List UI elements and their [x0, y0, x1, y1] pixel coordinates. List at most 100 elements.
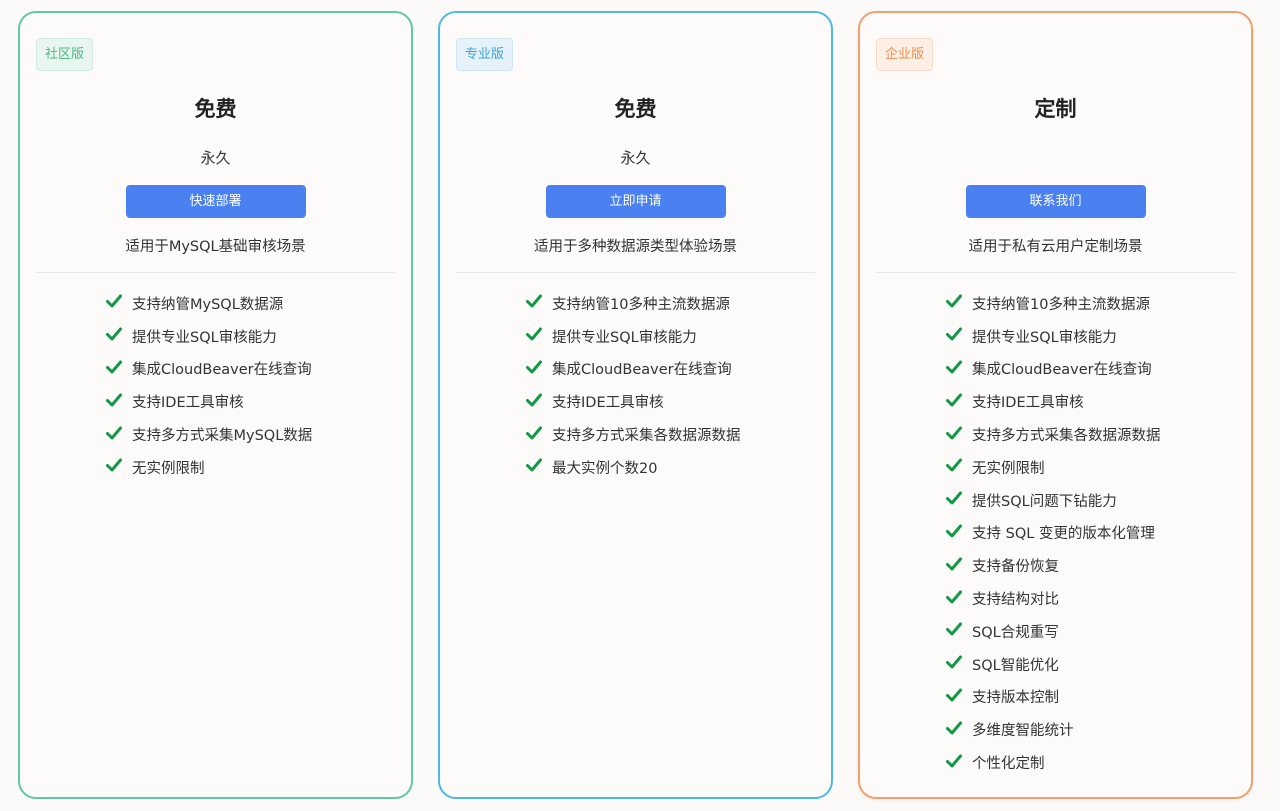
feature-text: 支持多方式采集MySQL数据 — [132, 428, 313, 445]
contact-us-button[interactable]: 联系我们 — [965, 185, 1146, 218]
feature-item: 多维度智能统计 — [946, 713, 1241, 746]
feature-item: SQL智能优化 — [946, 648, 1241, 681]
feature-text: 支持多方式采集各数据源数据 — [972, 428, 1161, 445]
feature-text: 支持版本控制 — [972, 690, 1059, 707]
divider — [876, 272, 1235, 273]
feature-list: 支持纳管10多种主流数据源 提供专业SQL审核能力集成CloudBeaver在线查… — [946, 287, 1241, 779]
feature-item: 支持多方式采集各数据源数据 — [946, 418, 1241, 451]
feature-item: 集成CloudBeaver在线查询 — [106, 353, 401, 386]
feature-item: SQL合规重写 — [946, 615, 1241, 648]
feature-item: 无实例限制 — [106, 451, 401, 484]
check-icon — [946, 688, 972, 706]
check-icon — [946, 590, 972, 608]
feature-text: 支持结构对比 — [972, 592, 1059, 609]
feature-item: 支持多方式采集各数据源数据 — [526, 418, 821, 451]
feature-text: 无实例限制 — [972, 460, 1045, 477]
feature-text: 支持多方式采集各数据源数据 — [552, 428, 741, 445]
check-icon — [946, 393, 972, 411]
feature-text: 提供专业SQL审核能力 — [972, 329, 1117, 346]
feature-item: 提供专业SQL审核能力 — [526, 320, 821, 353]
check-icon — [946, 360, 972, 378]
check-icon — [946, 491, 972, 509]
plan-price: 免费 — [614, 97, 657, 121]
apply-now-button[interactable]: 立即申请 — [545, 185, 726, 218]
feature-item: 集成CloudBeaver在线查询 — [526, 353, 821, 386]
plan-period: 永久 — [200, 149, 231, 167]
feature-item: 最大实例个数20 — [526, 451, 821, 484]
feature-text: 集成CloudBeaver在线查询 — [132, 362, 312, 379]
check-icon — [946, 327, 972, 345]
plan-price: 定制 — [1034, 97, 1077, 121]
feature-item: 提供专业SQL审核能力 — [946, 320, 1241, 353]
check-icon — [946, 426, 972, 444]
divider — [456, 272, 815, 273]
feature-item: 支持结构对比 — [946, 582, 1241, 615]
feature-item: 无实例限制 — [946, 451, 1241, 484]
divider — [36, 272, 395, 273]
check-icon — [106, 360, 132, 378]
feature-item: 提供SQL问题下钻能力 — [946, 484, 1241, 517]
plan-badge: 专业版 — [456, 38, 514, 71]
check-icon — [106, 327, 132, 345]
check-icon — [526, 458, 552, 476]
plan-description: 适用于多种数据源类型体验场景 — [534, 239, 737, 255]
feature-text: 个性化定制 — [972, 756, 1045, 773]
check-icon — [946, 524, 972, 542]
feature-item: 集成CloudBeaver在线查询 — [946, 353, 1241, 386]
check-icon — [946, 294, 972, 312]
feature-item: 个性化定制 — [946, 746, 1241, 779]
feature-text: 无实例限制 — [132, 460, 205, 477]
feature-text: SQL合规重写 — [972, 624, 1059, 641]
check-icon — [526, 360, 552, 378]
feature-item: 支持纳管10多种主流数据源 — [946, 287, 1241, 320]
check-icon — [526, 426, 552, 444]
feature-item: 支持IDE工具审核 — [106, 385, 401, 418]
check-icon — [526, 393, 552, 411]
feature-text: 集成CloudBeaver在线查询 — [972, 362, 1152, 379]
feature-item: 支持IDE工具审核 — [526, 385, 821, 418]
check-icon — [946, 655, 972, 673]
check-icon — [946, 458, 972, 476]
plan-period: 永久 — [620, 149, 651, 167]
feature-text: 支持IDE工具审核 — [972, 395, 1084, 412]
feature-text: 支持 SQL 变更的版本化管理 — [972, 526, 1155, 543]
plan-period — [860, 147, 1251, 167]
quick-deploy-button[interactable]: 快速部署 — [125, 185, 306, 218]
plan-badge: 社区版 — [36, 38, 94, 71]
feature-text: 最大实例个数20 — [552, 460, 658, 477]
feature-item: 支持备份恢复 — [946, 549, 1241, 582]
feature-list: 支持纳管MySQL数据源 提供专业SQL审核能力集成CloudBeaver在线查询… — [106, 287, 401, 484]
feature-text: 提供专业SQL审核能力 — [132, 329, 277, 346]
plan-description: 适用于MySQL基础审核场景 — [125, 239, 306, 255]
plan-card-enterprise: 企业版 定制 联系我们 适用于私有云用户定制场景 支持纳管10多种主流数据源 提供… — [858, 11, 1253, 799]
feature-item: 提供专业SQL审核能力 — [106, 320, 401, 353]
feature-text: 多维度智能统计 — [972, 723, 1074, 740]
feature-text: 支持IDE工具审核 — [132, 395, 244, 412]
check-icon — [946, 557, 972, 575]
check-icon — [946, 754, 972, 772]
feature-text: 支持IDE工具审核 — [552, 395, 664, 412]
pricing-plans: 社区版 免费 永久 快速部署 适用于MySQL基础审核场景 支持纳管MySQL数… — [0, 0, 1280, 811]
feature-text: 提供专业SQL审核能力 — [552, 329, 697, 346]
check-icon — [946, 721, 972, 739]
feature-text: 支持纳管MySQL数据源 — [132, 296, 284, 313]
feature-text: 支持纳管10多种主流数据源 — [972, 296, 1150, 313]
feature-item: 支持多方式采集MySQL数据 — [106, 418, 401, 451]
feature-text: 支持纳管10多种主流数据源 — [552, 296, 730, 313]
check-icon — [946, 622, 972, 640]
plan-description: 适用于私有云用户定制场景 — [968, 239, 1143, 255]
check-icon — [106, 426, 132, 444]
feature-text: 集成CloudBeaver在线查询 — [552, 362, 732, 379]
feature-item: 支持 SQL 变更的版本化管理 — [946, 517, 1241, 550]
feature-text: 提供SQL问题下钻能力 — [972, 493, 1117, 510]
feature-item: 支持版本控制 — [946, 681, 1241, 714]
feature-list: 支持纳管10多种主流数据源 提供专业SQL审核能力集成CloudBeaver在线查… — [526, 287, 821, 484]
plan-badge: 企业版 — [876, 38, 934, 71]
feature-text: 支持备份恢复 — [972, 559, 1059, 576]
plan-price: 免费 — [194, 97, 237, 121]
plan-card-pro: 专业版 免费 永久 立即申请 适用于多种数据源类型体验场景 支持纳管10多种主流… — [438, 11, 833, 799]
feature-item: 支持IDE工具审核 — [946, 385, 1241, 418]
feature-text: SQL智能优化 — [972, 657, 1059, 674]
check-icon — [106, 393, 132, 411]
feature-item: 支持纳管MySQL数据源 — [106, 287, 401, 320]
